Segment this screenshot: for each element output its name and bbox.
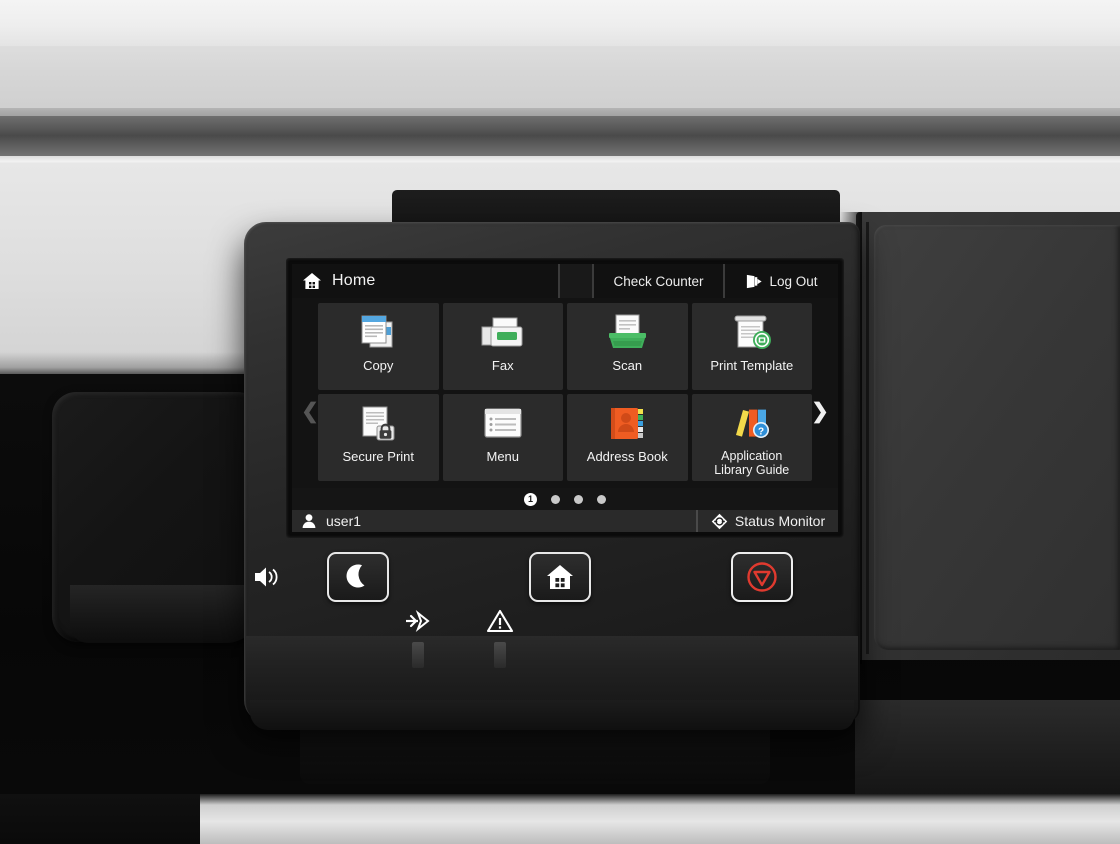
data-led (403, 607, 433, 635)
application-library-guide-icon: ? (726, 401, 778, 447)
print-template-icon (726, 310, 778, 356)
page-indicator: 1 (292, 488, 838, 510)
current-user[interactable]: user1 (292, 510, 698, 532)
tile-scan[interactable]: Scan (567, 303, 688, 390)
paper-tray-lip (70, 585, 260, 643)
scanner-cover-seam (866, 222, 869, 654)
app-tile-grid: Copy Fax Scan Print Template Secure Prin… (318, 303, 812, 481)
stop-button[interactable] (731, 552, 793, 602)
tile-fax[interactable]: Fax (442, 303, 563, 390)
menu-icon (477, 401, 529, 447)
page-title: Home (332, 272, 376, 289)
secure-print-icon (352, 401, 404, 447)
scanner-side-cover-inner (874, 225, 1120, 650)
printer-body-ledge (0, 46, 1120, 112)
panel-notch-right (494, 642, 506, 668)
tile-label: Fax (491, 358, 514, 373)
page-dot[interactable] (597, 494, 606, 504)
warning-triangle-icon (486, 608, 514, 634)
status-monitor-icon (711, 513, 728, 530)
data-arrow-icon (404, 608, 432, 634)
scan-icon (601, 310, 653, 356)
tile-label: Print Template (710, 358, 794, 373)
printer-right-base (855, 700, 1120, 800)
tile-label: Menu (486, 449, 520, 464)
tile-label: Copy (363, 358, 394, 373)
user-name: user1 (326, 513, 362, 529)
status-monitor-button[interactable]: Status Monitor (698, 510, 838, 532)
lcd-screen[interactable]: Home Check Counter Log Out ❮ ❯ Copy Fax … (292, 264, 838, 532)
printer-body-groove (0, 116, 1120, 160)
error-led (485, 607, 515, 635)
svg-text:?: ? (758, 426, 764, 437)
printer-scene: Home Check Counter Log Out ❮ ❯ Copy Fax … (0, 0, 1120, 844)
panel-notch-left (412, 642, 424, 668)
tile-print-template[interactable]: Print Template (691, 303, 812, 390)
tile-copy[interactable]: Copy (318, 303, 439, 390)
check-counter-label: Check Counter (613, 273, 704, 289)
fax-icon (477, 310, 529, 356)
home-title-area: Home (292, 264, 560, 298)
tile-label-line1: Application (721, 449, 783, 463)
tile-menu[interactable]: Menu (442, 394, 563, 481)
sleep-button[interactable] (327, 552, 389, 602)
user-icon (301, 513, 317, 529)
page-dot[interactable] (551, 494, 560, 504)
home-icon (545, 562, 575, 592)
moon-icon (344, 562, 372, 592)
logout-button[interactable]: Log Out (723, 264, 838, 298)
tile-label: Scan (612, 358, 643, 373)
tile-label-line2: Library Guide (714, 463, 790, 477)
address-book-icon (601, 401, 653, 447)
printer-body-top (0, 0, 1120, 46)
stop-icon (746, 561, 778, 593)
speaker-volume-icon (250, 562, 284, 592)
copy-icon (352, 310, 404, 356)
control-panel-front-lip (250, 700, 854, 730)
tile-application-library-guide[interactable]: ? Application Library Guide (691, 394, 812, 481)
logout-label: Log Out (769, 273, 818, 289)
page-dot[interactable] (574, 494, 583, 504)
control-panel-stand (300, 724, 770, 784)
floor-shadow (0, 794, 200, 844)
screen-statusbar: user1 Status Monitor (292, 510, 838, 532)
tile-secure-print[interactable]: Secure Print (318, 394, 439, 481)
home-icon (302, 271, 322, 291)
topbar-spacer (560, 264, 592, 298)
status-monitor-label: Status Monitor (734, 513, 826, 529)
page-dot-active[interactable]: 1 (524, 492, 537, 506)
home-button[interactable] (529, 552, 591, 602)
logout-icon (745, 273, 763, 290)
tile-address-book[interactable]: Address Book (567, 394, 688, 481)
tile-label: Address Book (586, 449, 668, 464)
screen-topbar: Home Check Counter Log Out (292, 264, 838, 298)
check-counter-button[interactable]: Check Counter (592, 264, 723, 298)
app-grid-area: ❮ ❯ Copy Fax Scan Print Template Secure … (292, 298, 838, 488)
tile-label: Application Library Guide (712, 449, 791, 477)
tile-label: Secure Print (342, 449, 415, 464)
